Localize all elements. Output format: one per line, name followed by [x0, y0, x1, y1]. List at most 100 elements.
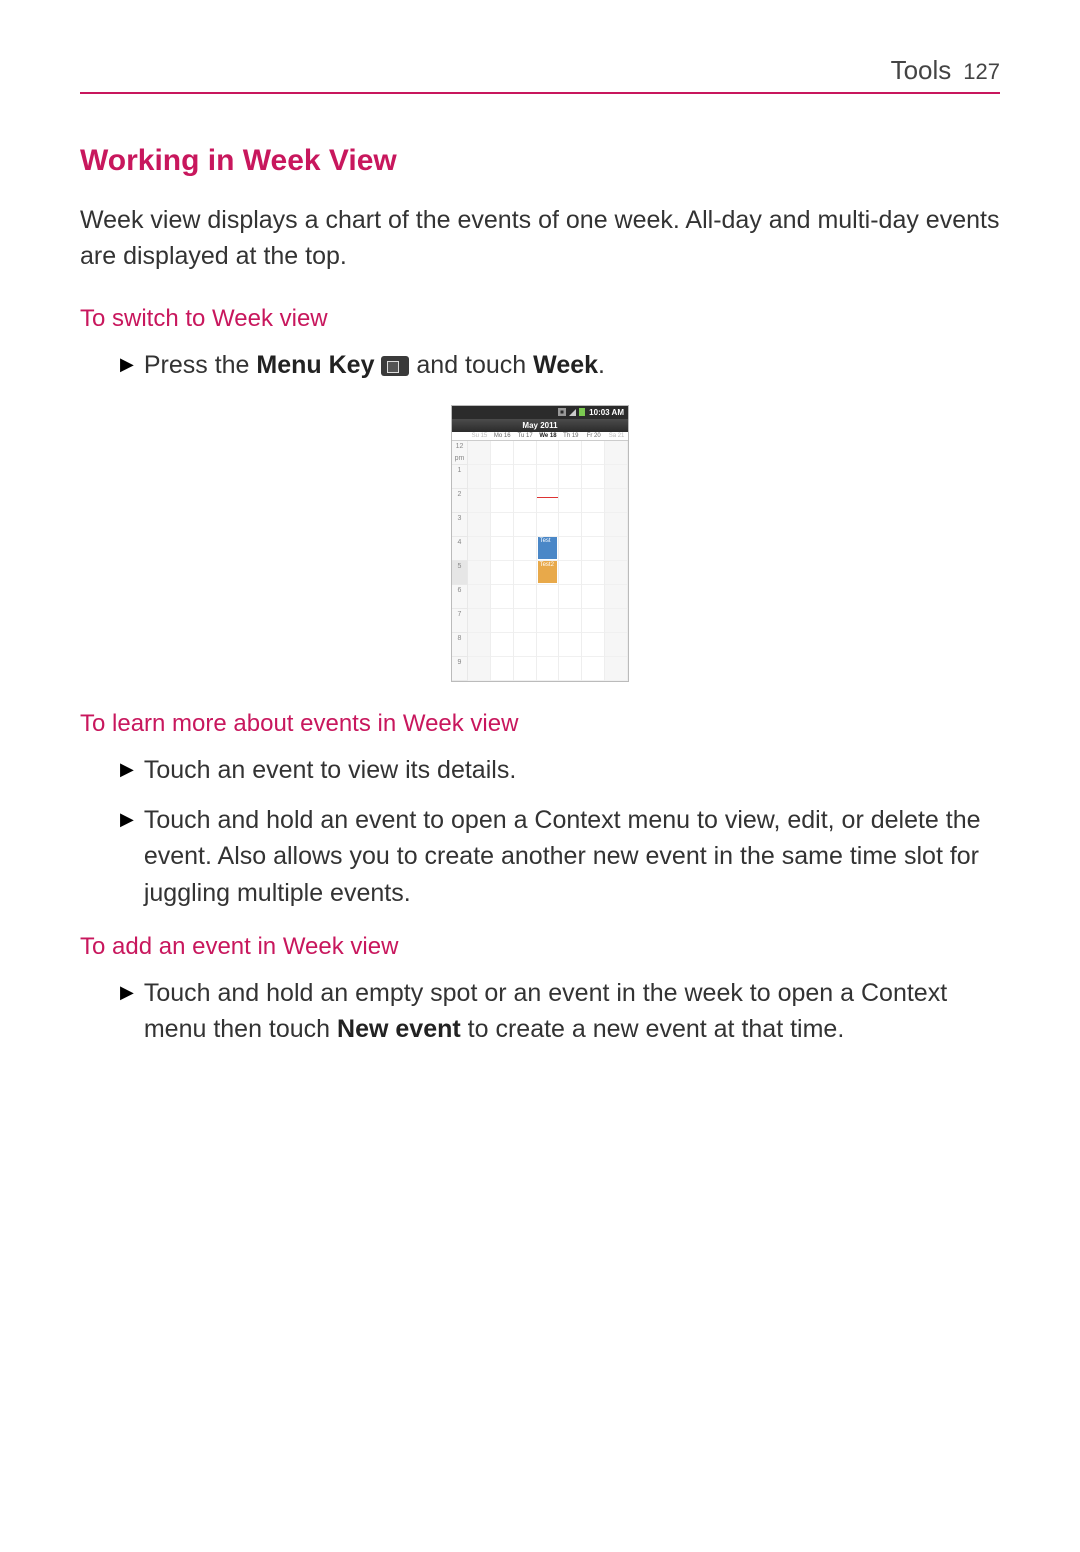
time-slot: [468, 609, 490, 633]
bullet-list-add: ▶ Touch and hold an empty spot or an eve…: [120, 975, 1000, 1048]
time-slot: [468, 489, 490, 513]
page-title: Working in Week View: [80, 144, 1000, 178]
menu-key-icon: [381, 356, 409, 376]
time-slot: [582, 609, 604, 633]
time-slot: Test2: [537, 561, 559, 585]
time-slot: [605, 441, 627, 465]
time-slot: [468, 657, 490, 681]
day-label: Tu 17: [514, 432, 537, 440]
time-slot: [537, 609, 559, 633]
time-slot: [491, 465, 513, 489]
time-slot: [559, 441, 581, 465]
text-run: to create a new event at that time.: [461, 1015, 845, 1043]
text-run: .: [598, 351, 605, 379]
day-label: Th 19: [559, 432, 582, 440]
time-slot: [514, 561, 536, 585]
time-slot: [468, 561, 490, 585]
time-slot: [537, 633, 559, 657]
page-header: Tools 127: [80, 55, 1000, 94]
bullet-icon: ▶: [120, 802, 134, 836]
day-column: [605, 441, 628, 681]
time-slot: [559, 537, 581, 561]
day-column: [468, 441, 491, 681]
time-slot: Test: [537, 537, 559, 561]
day-label: Fr 20: [582, 432, 605, 440]
time-slot: [514, 465, 536, 489]
time-slot: [582, 465, 604, 489]
time-slot: [582, 513, 604, 537]
time-slot: [514, 657, 536, 681]
hour-label: 1: [452, 465, 468, 489]
subheading-switch: To switch to Week view: [80, 305, 1000, 333]
time-slot: [559, 657, 581, 681]
bullet-text: Touch an event to view its details.: [144, 752, 1000, 788]
time-slot: [491, 561, 513, 585]
time-slot: [605, 585, 627, 609]
time-slot: [582, 441, 604, 465]
text-run: and touch: [409, 351, 533, 379]
page-number: 127: [963, 59, 1000, 85]
time-slot: [514, 609, 536, 633]
hour-label: 3: [452, 513, 468, 537]
text-run: Press the: [144, 351, 257, 379]
hour-label: 12pm: [452, 441, 468, 465]
time-slot: [514, 537, 536, 561]
time-slot: [537, 465, 559, 489]
bullet-text: Press the Menu Key and touch Week.: [144, 347, 1000, 383]
time-slot: [605, 633, 627, 657]
status-time: 10:03 AM: [589, 408, 624, 417]
time-slot: [582, 561, 604, 585]
time-slot: [537, 489, 559, 513]
hour-label: 7: [452, 609, 468, 633]
time-slot: [468, 513, 490, 537]
month-header: May 2011: [452, 419, 628, 432]
current-time-line: [537, 497, 559, 498]
time-slot: [582, 657, 604, 681]
time-slot: [605, 537, 627, 561]
list-item: ▶ Touch and hold an event to open a Cont…: [120, 802, 1000, 911]
time-slot: [491, 585, 513, 609]
time-slot: [491, 537, 513, 561]
day-label: Su 15: [468, 432, 491, 440]
hour-label: 5: [452, 561, 468, 585]
time-slot: [582, 633, 604, 657]
list-item: ▶ Press the Menu Key and touch Week.: [120, 347, 1000, 383]
hour-column: 12pm123456789: [452, 441, 468, 681]
section-label: Tools: [891, 55, 952, 86]
calendar-grid: 12pm123456789 TestTest2: [452, 441, 628, 681]
battery-icon: [579, 408, 585, 416]
list-item: ▶ Touch an event to view its details.: [120, 752, 1000, 788]
time-slot: [537, 441, 559, 465]
time-slot: [514, 585, 536, 609]
time-slot: [537, 513, 559, 537]
day-column: [514, 441, 537, 681]
hour-label: 2: [452, 489, 468, 513]
calendar-event: Test: [538, 537, 558, 559]
time-slot: [491, 657, 513, 681]
time-slot: [491, 609, 513, 633]
time-slot: [605, 657, 627, 681]
bullet-text: Touch and hold an empty spot or an event…: [144, 975, 1000, 1048]
time-slot: [514, 441, 536, 465]
week-view-screenshot: 10:03 AM May 2011 Su 15 Mo 16 Tu 17 We 1…: [451, 405, 629, 682]
status-bar: 10:03 AM: [452, 406, 628, 419]
page-container: Tools 127 Working in Week View Week view…: [0, 0, 1080, 1047]
time-slot: [559, 609, 581, 633]
subheading-add: To add an event in Week view: [80, 933, 1000, 961]
time-slot: [514, 489, 536, 513]
status-icons: [558, 408, 585, 416]
time-slot: [559, 585, 581, 609]
hour-label: 8: [452, 633, 468, 657]
day-header-row: Su 15 Mo 16 Tu 17 We 18 Th 19 Fr 20 Sa 2…: [452, 432, 628, 441]
time-slot: [468, 585, 490, 609]
time-slot: [491, 489, 513, 513]
hour-label: 9: [452, 657, 468, 681]
time-slot: [582, 585, 604, 609]
time-slot: [605, 513, 627, 537]
signal-icon: [569, 409, 576, 416]
bullet-icon: ▶: [120, 975, 134, 1009]
time-slot: [559, 513, 581, 537]
intro-paragraph: Week view displays a chart of the events…: [80, 202, 1000, 275]
time-slot: [468, 633, 490, 657]
hour-label: 6: [452, 585, 468, 609]
